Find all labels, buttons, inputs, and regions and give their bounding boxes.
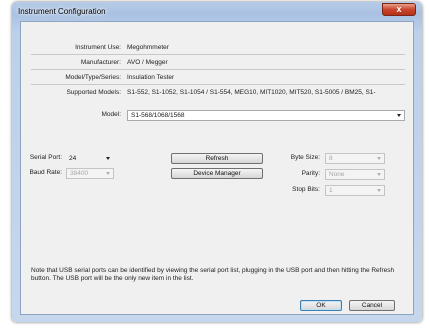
supported-models-value: S1-552, S1-1052, S1-1054 / S1-554, MEG10… — [127, 89, 376, 96]
parity-select[interactable]: None — [325, 169, 385, 180]
manufacturer-label: Manufacturer: — [80, 59, 121, 66]
stop-bits-value: 1 — [329, 187, 333, 194]
close-button[interactable]: x — [382, 3, 416, 16]
chevron-down-icon — [377, 157, 381, 160]
divider — [31, 69, 405, 70]
chevron-down-icon — [377, 189, 381, 192]
refresh-button[interactable]: Refresh — [171, 153, 263, 164]
instrument-config-window: Instrument Configuration x Instrument Us… — [12, 2, 422, 322]
model-select[interactable]: S1-568/1068/1568 — [127, 110, 405, 121]
parity-label: Parity: — [301, 170, 320, 177]
divider — [31, 84, 405, 85]
window-title: Instrument Configuration — [18, 7, 106, 16]
divider — [31, 54, 405, 55]
baud-rate-value: 38400 — [70, 170, 89, 177]
chevron-down-icon — [106, 157, 110, 160]
device-manager-button[interactable]: Device Manager — [171, 168, 263, 179]
stop-bits-label: Stop Bits: — [292, 186, 320, 193]
byte-size-label: Byte Size: — [290, 154, 320, 161]
dialog-body: Instrument Use: Megohmmeter Manufacturer… — [20, 21, 414, 315]
manufacturer-value: AVO / Megger — [127, 59, 168, 66]
stop-bits-select[interactable]: 1 — [325, 185, 385, 196]
chevron-down-icon — [397, 114, 401, 117]
model-type-label: Model/Type/Series: — [65, 74, 121, 81]
serial-port-select[interactable]: 24 — [66, 153, 114, 164]
byte-size-value: 8 — [329, 155, 333, 162]
instrument-use-label: Instrument Use: — [75, 44, 121, 51]
parity-value: None — [329, 171, 345, 178]
cancel-button[interactable]: Cancel — [349, 300, 395, 311]
usb-note-text: Note that USB serial ports can be identi… — [31, 267, 395, 282]
ok-button[interactable]: OK — [300, 300, 342, 311]
supported-models-label: Supported Models: — [66, 89, 121, 96]
chevron-down-icon — [106, 172, 110, 175]
baud-rate-select[interactable]: 38400 — [66, 168, 114, 179]
serial-port-value: 24 — [69, 155, 77, 162]
chevron-down-icon — [377, 173, 381, 176]
model-select-value: S1-568/1068/1568 — [131, 112, 185, 119]
serial-port-label: Serial Port: — [29, 154, 62, 161]
close-icon: x — [396, 4, 402, 14]
instrument-use-value: Megohmmeter — [127, 44, 169, 51]
model-type-value: Insulation Tester — [127, 74, 175, 81]
baud-rate-label: Baud Rate: — [29, 169, 62, 176]
title-bar[interactable]: Instrument Configuration x — [12, 2, 422, 20]
byte-size-select[interactable]: 8 — [325, 153, 385, 164]
model-label: Model: — [101, 111, 121, 118]
